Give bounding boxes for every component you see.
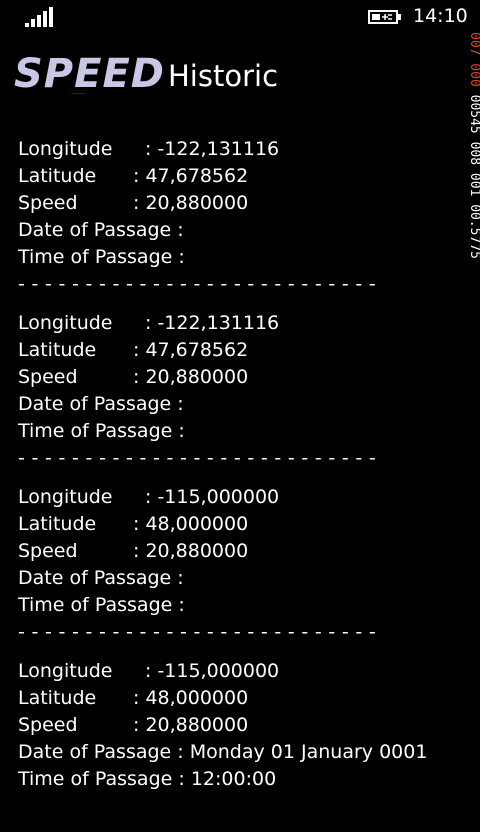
speed-row: Speed : 20,880000	[18, 190, 458, 217]
longitude-row: Longitude : -122,131116	[18, 310, 458, 337]
longitude-label: Longitude	[18, 138, 113, 160]
time-value: 12:00:00	[190, 768, 277, 790]
date-label: Date of Passage :	[18, 219, 184, 241]
speed-value: : 20,880000	[133, 366, 249, 388]
latitude-value: : 47,678562	[133, 165, 249, 187]
logo-text: SPEED	[14, 51, 165, 97]
latitude-label: Latitude	[18, 339, 97, 361]
time-row: Time of Passage : 12:00:00	[18, 766, 458, 793]
debug-counter-part1: 007 000	[467, 32, 480, 87]
speed-label: Speed	[18, 540, 78, 562]
time-label: Time of Passage :	[18, 420, 185, 442]
longitude-label: Longitude	[18, 312, 113, 334]
latitude-value: : 48,000000	[133, 513, 249, 535]
date-label: Date of Passage :	[18, 741, 184, 763]
time-label: Time of Passage :	[18, 246, 185, 268]
record-separator: - - - - - - - - - - - - - - - - - - - - …	[18, 447, 377, 469]
longitude-label: Longitude	[18, 660, 113, 682]
latitude-label: Latitude	[18, 165, 97, 187]
status-time: 14:10	[413, 5, 468, 27]
latitude-row: Latitude : 47,678562	[18, 337, 458, 364]
speed-row: Speed : 20,880000	[18, 364, 458, 391]
date-label: Date of Passage :	[18, 567, 184, 589]
latitude-row: Latitude : 47,678562	[18, 163, 458, 190]
time-row: Time of Passage :	[18, 592, 458, 619]
latitude-label: Latitude	[18, 687, 97, 709]
logo-tagline: ..........	[70, 90, 86, 96]
date-row: Date of Passage :	[18, 391, 458, 418]
speed-row: Speed : 20,880000	[18, 538, 458, 565]
speed-value: : 20,880000	[133, 540, 249, 562]
history-record: Longitude : -115,000000 Latitude : 48,00…	[18, 658, 458, 832]
time-row: Time of Passage :	[18, 418, 458, 445]
app-logo: SPEED ..........	[14, 52, 164, 98]
history-list[interactable]: Longitude : -122,131116 Latitude : 47,67…	[18, 136, 458, 832]
page-title: Historic	[168, 59, 279, 93]
latitude-row: Latitude : 48,000000	[18, 511, 458, 538]
time-row: Time of Passage :	[18, 244, 458, 271]
debug-counter-part2: 00545 008 001 00.5775	[467, 94, 480, 259]
latitude-value: : 48,000000	[133, 687, 249, 709]
battery-charging-icon	[368, 10, 401, 24]
date-value: Monday 01 January 0001	[189, 741, 428, 763]
longitude-row: Longitude : -115,000000	[18, 658, 458, 685]
longitude-label: Longitude	[18, 486, 113, 508]
latitude-row: Latitude : 48,000000	[18, 685, 458, 712]
debug-counter: 007 000 00545 008 001 00.5775	[466, 32, 480, 402]
record-separator: - - - - - - - - - - - - - - - - - - - - …	[18, 621, 377, 643]
longitude-value: : -122,131116	[145, 312, 280, 334]
speed-value: : 20,880000	[133, 714, 249, 736]
time-label: Time of Passage :	[18, 768, 185, 790]
speed-label: Speed	[18, 366, 78, 388]
status-bar: 14:10	[0, 0, 480, 32]
history-record: Longitude : -122,131116 Latitude : 47,67…	[18, 136, 458, 310]
date-label: Date of Passage :	[18, 393, 184, 415]
longitude-row: Longitude : -122,131116	[18, 136, 458, 163]
speed-row: Speed : 20,880000	[18, 712, 458, 739]
latitude-label: Latitude	[18, 513, 97, 535]
time-label: Time of Passage :	[18, 594, 185, 616]
speed-label: Speed	[18, 714, 78, 736]
speed-value: : 20,880000	[133, 192, 249, 214]
date-row: Date of Passage : Monday 01 January 0001	[18, 739, 458, 766]
date-row: Date of Passage :	[18, 217, 458, 244]
longitude-row: Longitude : -115,000000	[18, 484, 458, 511]
signal-strength-icon	[25, 7, 53, 27]
history-record: Longitude : -115,000000 Latitude : 48,00…	[18, 484, 458, 658]
speed-label: Speed	[18, 192, 78, 214]
longitude-value: : -115,000000	[145, 486, 280, 508]
history-record: Longitude : -122,131116 Latitude : 47,67…	[18, 310, 458, 484]
longitude-value: : -115,000000	[145, 660, 280, 682]
latitude-value: : 47,678562	[133, 339, 249, 361]
longitude-value: : -122,131116	[145, 138, 280, 160]
record-separator: - - - - - - - - - - - - - - - - - - - - …	[18, 273, 377, 295]
date-row: Date of Passage :	[18, 565, 458, 592]
